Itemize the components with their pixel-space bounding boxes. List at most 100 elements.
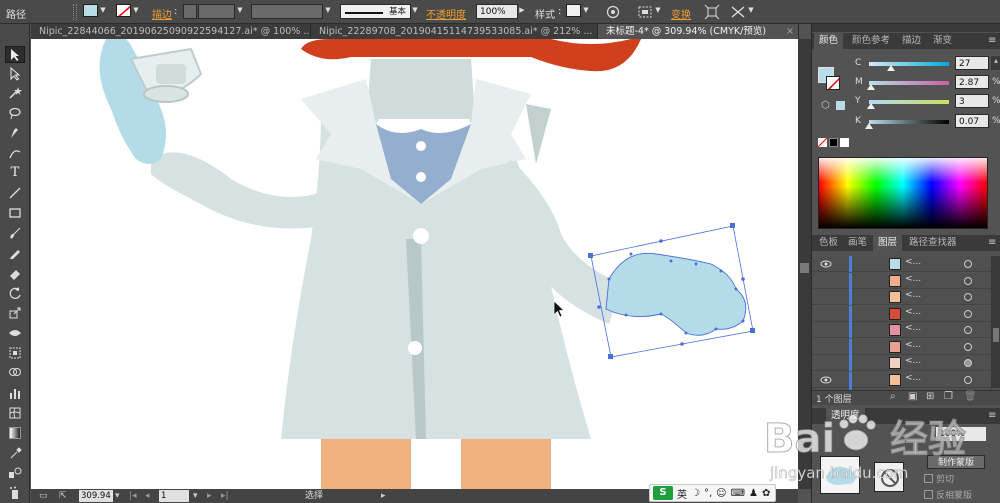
black-track[interactable]: [869, 120, 949, 124]
yellow-thumb[interactable]: [867, 103, 876, 109]
tab-document-1[interactable]: Nipic_22844066_20190625090922594127.ai* …: [31, 24, 311, 39]
glove-right-selected[interactable]: [588, 223, 755, 359]
tab-layers[interactable]: 图层: [873, 235, 903, 251]
tab-gradient[interactable]: 渐变: [928, 33, 957, 49]
style-dropdown[interactable]: ▼: [582, 4, 590, 17]
blend-tool-icon[interactable]: [5, 464, 25, 481]
target-icon[interactable]: [964, 375, 972, 384]
cyan-value[interactable]: 27: [955, 56, 989, 70]
align-dropdown[interactable]: ▼: [654, 4, 662, 17]
pen-tool-icon[interactable]: [5, 124, 25, 141]
panel-menu-icon[interactable]: ≡: [988, 35, 996, 46]
mesh-tool-icon[interactable]: [5, 404, 25, 421]
yellow-track[interactable]: [869, 100, 949, 104]
artboard-canvas[interactable]: [31, 39, 798, 489]
tab-stroke[interactable]: 描边: [897, 33, 926, 49]
eye-hidden-icon[interactable]: [820, 291, 832, 303]
opacity-label[interactable]: 不透明度: [426, 6, 466, 21]
shape-builder-tool-icon[interactable]: [5, 364, 25, 381]
cyan-thumb[interactable]: [886, 65, 895, 71]
width-tool-icon[interactable]: [5, 324, 25, 341]
layer-row[interactable]: <...: [812, 355, 992, 371]
paintbrush-tool-icon[interactable]: [5, 224, 25, 241]
layer-name[interactable]: <...: [905, 274, 921, 284]
eye-hidden-icon[interactable]: [820, 341, 832, 353]
selection-tool-icon[interactable]: [5, 46, 25, 63]
black-swatch[interactable]: [829, 138, 838, 147]
brush-definition[interactable]: 基本: [340, 4, 411, 19]
last-artboard-icon[interactable]: ▸|: [221, 489, 229, 503]
close-tab-icon[interactable]: ×: [786, 24, 794, 39]
eye-hidden-icon[interactable]: [820, 275, 832, 287]
moon-icon[interactable]: ☽: [691, 488, 700, 499]
layer-row[interactable]: <...: [812, 322, 992, 338]
eyedropper-tool-icon[interactable]: [5, 444, 25, 461]
layer-name[interactable]: <...: [905, 356, 921, 366]
fill-swatch[interactable]: [83, 4, 98, 17]
gradient-tool-icon[interactable]: [5, 424, 25, 441]
grip-handle[interactable]: [73, 4, 77, 20]
layer-row[interactable]: <...: [812, 338, 992, 355]
eye-hidden-icon[interactable]: [820, 324, 832, 336]
magic-wand-tool-icon[interactable]: [5, 84, 25, 101]
symbol-sprayer-tool-icon[interactable]: [5, 484, 25, 501]
target-icon[interactable]: [964, 309, 972, 318]
black-value[interactable]: 0.07: [955, 114, 989, 128]
direct-selection-tool-icon[interactable]: [5, 65, 25, 82]
magenta-thumb[interactable]: [867, 84, 876, 90]
eye-hidden-icon[interactable]: [820, 308, 832, 320]
magenta-value[interactable]: 2.87: [955, 75, 989, 89]
panel-scroll-up[interactable]: ▴: [991, 56, 1000, 70]
target-icon[interactable]: [964, 342, 972, 351]
black-thumb[interactable]: [865, 123, 873, 129]
target-icon[interactable]: [964, 276, 972, 285]
profile-dropdown[interactable]: ▼: [324, 4, 332, 17]
brush-dropdown[interactable]: ▼: [411, 4, 419, 17]
eye-hidden-icon[interactable]: [820, 357, 832, 369]
variable-width-profile[interactable]: [251, 4, 323, 19]
target-icon[interactable]: [964, 326, 972, 334]
layer-name[interactable]: <...: [905, 257, 921, 267]
stroke-weight-dropdown[interactable]: ▼: [236, 4, 244, 17]
scale-tool-icon[interactable]: [5, 304, 25, 321]
layer-name[interactable]: <...: [905, 340, 921, 350]
black-slider[interactable]: K 0.07 %: [812, 114, 1000, 130]
ime-logo-icon[interactable]: S: [653, 486, 673, 500]
tab-document-active[interactable]: 未标题-4* @ 309.94% (CMYK/预览) ×: [598, 24, 799, 39]
cyan-slider[interactable]: C 27 %: [812, 56, 1000, 72]
artboard-dropdown[interactable]: ▾: [193, 489, 198, 503]
layer-name[interactable]: <...: [905, 323, 921, 333]
none-swatch[interactable]: [818, 138, 827, 147]
color-spectrum[interactable]: [818, 157, 988, 229]
line-tool-icon[interactable]: [5, 184, 25, 201]
stroke-dropdown[interactable]: ▼: [132, 4, 140, 17]
align-icon[interactable]: [637, 4, 653, 20]
yellow-value[interactable]: 3: [955, 94, 989, 108]
tab-color-guide[interactable]: 颜色参考: [847, 33, 895, 49]
envelope-icon[interactable]: [730, 4, 746, 20]
target-icon[interactable]: [964, 359, 972, 367]
opacity-dropdown[interactable]: ▶: [518, 4, 526, 17]
magenta-slider[interactable]: M 2.87 %: [812, 75, 1000, 91]
rotate-tool-icon[interactable]: [5, 284, 25, 301]
layers-menu-icon[interactable]: ≡: [988, 237, 996, 248]
style-swatch[interactable]: [566, 4, 581, 17]
prev-artboard-icon[interactable]: ◂: [145, 489, 150, 503]
cyan-track[interactable]: [869, 62, 949, 66]
zoom-input[interactable]: 309.94: [79, 490, 113, 502]
ime-language[interactable]: 英: [677, 486, 687, 501]
layer-row[interactable]: <...: [812, 272, 992, 289]
rectangle-tool-icon[interactable]: [5, 204, 25, 221]
keyboard-icon[interactable]: ⌨: [731, 488, 745, 499]
stroke-label[interactable]: 描边: [152, 6, 172, 21]
layer-name[interactable]: <...: [905, 290, 921, 300]
opacity-input[interactable]: 100%: [476, 4, 518, 19]
eye-icon[interactable]: [820, 258, 832, 270]
layer-row[interactable]: <...: [812, 305, 992, 322]
screen-mode-icon[interactable]: ▭: [39, 489, 48, 503]
layer-name[interactable]: <...: [905, 307, 921, 317]
white-swatch[interactable]: [840, 138, 849, 147]
stroke-weight-spinner[interactable]: [183, 4, 197, 19]
layers-scrollbar[interactable]: [991, 256, 1000, 388]
yellow-slider[interactable]: Y 3 %: [812, 94, 1000, 110]
